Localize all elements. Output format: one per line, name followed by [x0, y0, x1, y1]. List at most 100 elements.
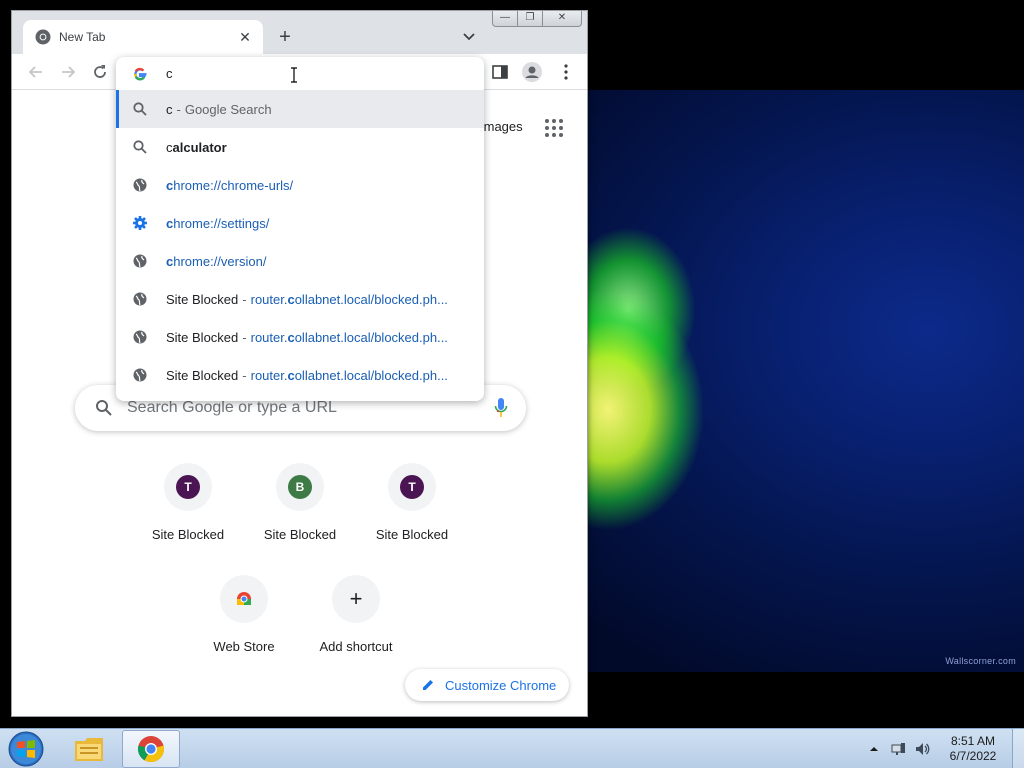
suggestion-url-host: router. [250, 367, 288, 383]
tab-strip: New Tab ✕ + — ❐ ✕ [12, 11, 587, 54]
kebab-menu-icon[interactable] [556, 62, 576, 82]
wallpaper-credit: Wallscorner.com [945, 656, 1016, 666]
taskbar-chrome[interactable] [122, 730, 180, 768]
suggestion-google-search[interactable]: c - Google Search [116, 90, 484, 128]
shortcut-site-blocked-2[interactable]: B Site Blocked [244, 463, 356, 563]
shortcut-tile: T [388, 463, 436, 511]
suggestion-chrome-version[interactable]: c hrome://version/ [116, 242, 484, 280]
search-icon [133, 140, 147, 154]
globe-icon [133, 292, 147, 306]
google-g-icon [134, 67, 147, 80]
suggestion-url: hrome://version/ [173, 253, 267, 269]
clock-date: 6/7/2022 [949, 749, 997, 763]
volume-icon[interactable] [914, 741, 930, 757]
search-icon [96, 400, 112, 416]
suggestion-prefix: c [166, 215, 174, 231]
side-panel-icon[interactable] [490, 62, 510, 82]
tab-new-tab[interactable]: New Tab ✕ [23, 20, 263, 54]
shortcut-add[interactable]: + Add shortcut [300, 575, 412, 675]
shortcut-label: Web Store [213, 639, 275, 654]
suggestion-site-blocked[interactable]: Site Blocked - router. c ollabnet.local/bl… [116, 280, 484, 318]
shortcut-tile: B [276, 463, 324, 511]
tab-search-chevron-icon[interactable] [461, 28, 477, 44]
suggestion-url-match: c [287, 291, 295, 307]
gear-icon [133, 216, 147, 230]
taskbar: 8:51 AM 6/7/2022 [0, 728, 1024, 768]
clock-time: 8:51 AM [950, 734, 996, 748]
shortcut-site-blocked-1[interactable]: T Site Blocked [132, 463, 244, 563]
show-desktop-button[interactable] [1012, 729, 1024, 768]
shortcut-tile: + [332, 575, 380, 623]
suggestion-url: hrome://settings/ [173, 215, 270, 231]
profile-avatar-icon[interactable] [521, 61, 543, 83]
shortcut-label: Site Blocked [375, 527, 449, 542]
suggestion-url-rest: ollabnet.local/blocked.ph... [294, 329, 448, 345]
network-icon[interactable] [890, 741, 906, 757]
windows-start-icon[interactable] [6, 730, 46, 768]
globe-icon [133, 254, 147, 268]
search-icon [133, 102, 147, 116]
i-beam-cursor-icon [291, 67, 297, 83]
globe-icon [133, 368, 147, 382]
tab-close-icon[interactable]: ✕ [237, 29, 253, 45]
maximize-button[interactable]: ❐ [517, 11, 543, 27]
apps-grid-icon[interactable] [544, 118, 564, 138]
suggestion-prefix: c [166, 253, 174, 269]
chrome-window: New Tab ✕ + — ❐ ✕ Images Search Google o… [11, 10, 588, 717]
suggestion-completion: alculator [172, 139, 227, 155]
omnibox-dropdown: c c - Google Search c alculator c hrome:… [116, 57, 484, 401]
shortcut-label: Site Blocked [151, 527, 225, 542]
suggestion-calculator[interactable]: c alculator [116, 128, 484, 166]
shortcut-site-blocked-3[interactable]: T Site Blocked [356, 463, 468, 563]
suggestion-prefix: c [166, 177, 174, 193]
microphone-icon[interactable] [494, 397, 508, 419]
shortcut-label: Site Blocked [263, 527, 337, 542]
suggestion-separator: - [242, 367, 247, 383]
suggestion-site-blocked[interactable]: Site Blocked - router. c ollabnet.local/bl… [116, 318, 484, 356]
suggestion-chrome-settings[interactable]: c hrome://settings/ [116, 204, 484, 242]
globe-icon [133, 178, 147, 192]
images-link[interactable]: Images [480, 119, 523, 134]
suggestion-url-host: router. [250, 291, 288, 307]
suggestion-separator: - [242, 329, 247, 345]
web-store-icon [237, 592, 251, 605]
suggestion-chrome-urls[interactable]: c hrome://chrome-urls/ [116, 166, 484, 204]
address-bar-text: c [166, 66, 173, 81]
taskbar-file-explorer[interactable] [60, 730, 118, 768]
back-arrow-icon[interactable] [26, 62, 46, 82]
shortcut-web-store[interactable]: Web Store [188, 575, 300, 675]
tab-title: New Tab [59, 30, 106, 44]
suggestion-url-match: c [287, 367, 295, 383]
system-tray [866, 739, 938, 759]
plus-icon: + [349, 586, 363, 611]
suggestion-description: Google Search [184, 101, 272, 117]
new-tab-button[interactable]: + [274, 26, 296, 48]
globe-icon [133, 330, 147, 344]
close-window-button[interactable]: ✕ [542, 11, 582, 27]
suggestion-site-blocked[interactable]: Site Blocked - router. c ollabnet.local/bl… [116, 356, 484, 394]
customize-chrome-button[interactable]: Customize Chrome [405, 669, 569, 701]
suggestion-text: c [166, 101, 173, 117]
suggestion-title: Site Blocked [166, 291, 239, 307]
forward-arrow-icon[interactable] [58, 62, 78, 82]
shortcut-letter-avatar: T [176, 475, 200, 499]
shortcut-label: Add shortcut [319, 639, 393, 654]
wallpaper: Wallscorner.com [588, 90, 1024, 672]
taskbar-clock[interactable]: 8:51 AM 6/7/2022 [940, 734, 1006, 764]
suggestion-separator: - [176, 101, 181, 117]
pencil-icon [423, 680, 433, 690]
shortcut-tile [220, 575, 268, 623]
suggestion-url: hrome://chrome-urls/ [173, 177, 294, 193]
suggestion-title: Site Blocked [166, 367, 239, 383]
minimize-button[interactable]: — [492, 11, 518, 27]
address-bar-input[interactable]: c [116, 57, 484, 90]
suggestion-url-rest: ollabnet.local/blocked.ph... [294, 291, 448, 307]
folder-icon [75, 738, 103, 761]
suggestion-url-match: c [287, 329, 295, 345]
shortcut-letter-avatar: B [288, 475, 312, 499]
reload-icon[interactable] [90, 62, 110, 82]
suggestion-url-rest: ollabnet.local/blocked.ph... [294, 367, 448, 383]
suggestion-separator: - [242, 291, 247, 307]
show-hidden-icons-chevron-icon[interactable] [866, 741, 882, 757]
chrome-logo-icon [138, 736, 164, 763]
